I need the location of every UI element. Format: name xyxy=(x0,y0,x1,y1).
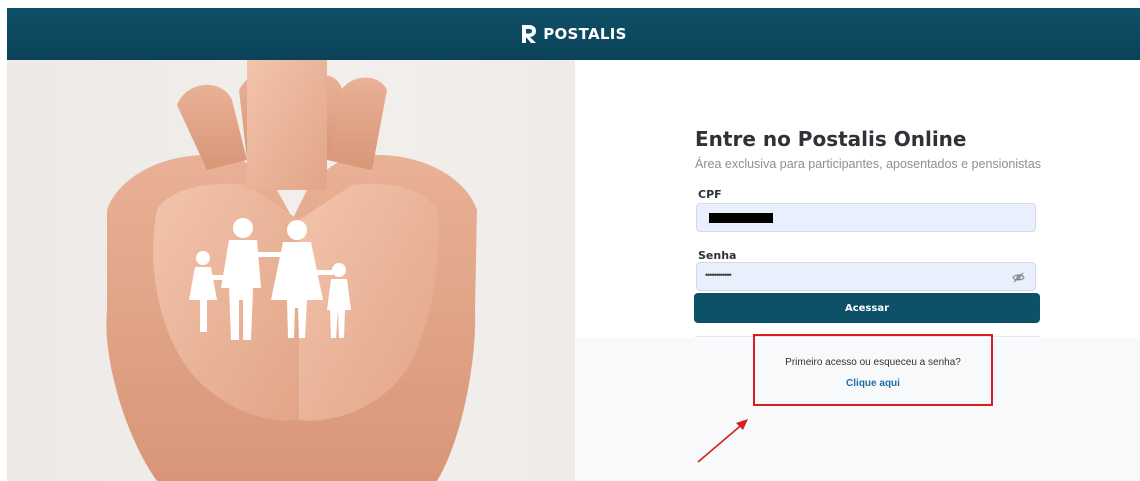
help-highlight-box: Primeiro acesso ou esqueceu a senha? Cli… xyxy=(753,334,993,406)
password-input[interactable]: •••••••••••• xyxy=(696,262,1036,291)
password-label: Senha xyxy=(698,249,737,262)
brand-logo[interactable]: POSTALIS xyxy=(520,24,627,44)
page-subtitle: Área exclusiva para participantes, apose… xyxy=(695,157,1042,171)
login-page: POSTALIS Entre no Postalis Online Área e… xyxy=(0,0,1140,481)
top-header: POSTALIS xyxy=(7,8,1140,60)
hands-family-illustration xyxy=(106,60,477,481)
page-title: Entre no Postalis Online xyxy=(695,127,967,151)
cpf-label: CPF xyxy=(698,188,722,201)
eye-off-icon[interactable] xyxy=(1012,271,1025,284)
brand-name: POSTALIS xyxy=(543,25,627,43)
login-panel: Entre no Postalis Online Área exclusiva … xyxy=(575,60,1140,481)
arrow-icon xyxy=(697,419,748,463)
password-masked-value: •••••••••••• xyxy=(705,270,732,280)
cpf-input[interactable] xyxy=(696,203,1036,232)
click-here-link[interactable]: Clique aqui xyxy=(755,378,991,389)
postalis-logo-icon xyxy=(522,25,537,43)
login-button[interactable]: Acessar xyxy=(694,293,1040,323)
help-text: Primeiro acesso ou esqueceu a senha? xyxy=(785,357,961,368)
hero-image xyxy=(7,60,575,481)
cpf-redacted-value xyxy=(709,213,773,223)
